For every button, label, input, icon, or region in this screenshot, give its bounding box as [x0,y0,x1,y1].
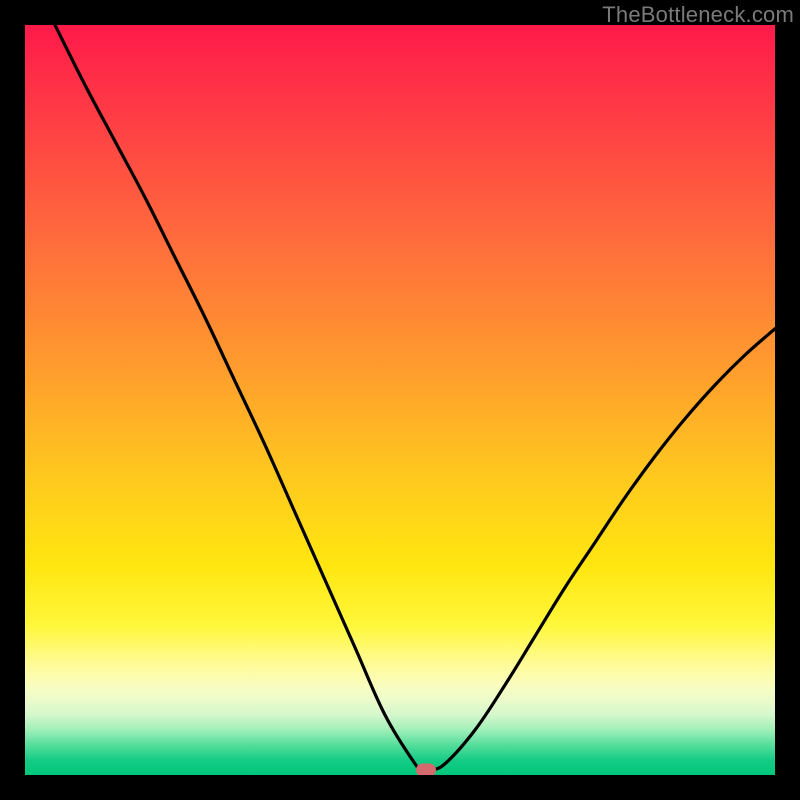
optimal-point-marker [416,763,436,775]
bottleneck-curve [25,25,775,775]
watermark-text: TheBottleneck.com [602,2,794,28]
chart-frame: TheBottleneck.com [0,0,800,800]
plot-area [25,25,775,775]
